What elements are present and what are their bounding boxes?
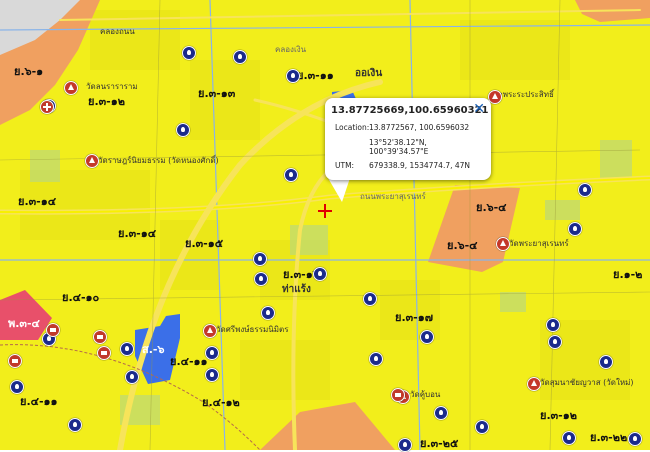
place-label: วัดพระระประสิทธิ์: [493, 90, 554, 99]
zone-label: ย.๓-๑๒: [88, 95, 125, 108]
zone-label: ย.๓-๒๕: [420, 437, 459, 450]
place-label: วัดศรีพงษ์ธรรมนิมิตร: [216, 325, 289, 334]
school-icon[interactable]: [97, 346, 111, 360]
coordinate-popup: 13.87725669,100.65960321 ✕ Location: 13.…: [325, 98, 491, 180]
poi-marker[interactable]: [313, 267, 327, 281]
poi-marker[interactable]: [205, 368, 219, 382]
zone-label: ย.๓-๒๒: [590, 431, 628, 444]
temple-icon[interactable]: [64, 81, 78, 95]
zone-label: ย.๓-๑๕: [185, 237, 224, 250]
zone-label: ย.๓-๑๔: [118, 227, 157, 240]
place-label: วัดสุมนาชัยญวาส (วัดใหม่): [540, 378, 634, 387]
temple-icon[interactable]: [496, 237, 510, 251]
poi-marker[interactable]: [205, 346, 219, 360]
poi-marker[interactable]: [420, 330, 434, 344]
poi-marker[interactable]: [599, 355, 613, 369]
zone-label: ย.๓-๑๗: [395, 311, 433, 324]
school-icon[interactable]: [8, 354, 22, 368]
poi-marker[interactable]: [475, 420, 489, 434]
poi-marker[interactable]: [253, 252, 267, 266]
dms-longitude: 100°39'34.57"E: [369, 147, 429, 156]
zone-label: ย.๔-๑๑: [170, 355, 208, 368]
road-label: คลองเงิน: [275, 45, 307, 54]
road-label: ถนนพระยาสุเรนทร์: [360, 192, 426, 201]
school-icon[interactable]: [391, 388, 405, 402]
place-label: ออเงิน: [355, 68, 383, 79]
poi-marker[interactable]: [286, 69, 300, 83]
poi-marker[interactable]: [182, 46, 196, 60]
poi-marker[interactable]: [68, 418, 82, 432]
dms-latitude: 13°52'38.12"N,: [369, 138, 427, 147]
temple-icon[interactable]: [203, 324, 217, 338]
zone-label: ย.๖-๑: [14, 65, 44, 78]
poi-marker[interactable]: [578, 183, 592, 197]
poi-marker[interactable]: [548, 335, 562, 349]
zone-label: ย.๓-๑๔: [18, 195, 57, 208]
location-value: 13.8772567, 100.6596032: [369, 123, 470, 132]
popup-tail: [328, 178, 350, 202]
poi-marker[interactable]: [369, 352, 383, 366]
utm-label: UTM:: [335, 161, 355, 170]
poi-marker[interactable]: [434, 406, 448, 420]
popup-title: 13.87725669,100.65960321: [331, 105, 489, 116]
poi-marker[interactable]: [125, 370, 139, 384]
zone-label: ย.๔-๑๐: [62, 291, 100, 304]
school-icon[interactable]: [46, 323, 60, 337]
temple-icon[interactable]: [527, 377, 541, 391]
place-label: คลองถนน: [100, 27, 135, 36]
zone-label: ย.๔-๑๑: [20, 395, 58, 408]
poi-marker[interactable]: [233, 50, 247, 64]
zone-label: ย.๑-๒: [613, 268, 643, 281]
poi-marker[interactable]: [546, 318, 560, 332]
poi-marker[interactable]: [363, 292, 377, 306]
location-label: Location:: [335, 123, 370, 132]
zone-label: ย.๓-๑๑: [297, 69, 334, 82]
poi-marker[interactable]: [628, 432, 642, 446]
poi-marker[interactable]: [562, 431, 576, 445]
place-label: วัดราษฎร์นิยมธรรม (วัดหนองศักดิ์): [98, 156, 219, 165]
utm-value: 679338.9, 1534774.7, 47N: [369, 161, 471, 170]
zone-label: ย.๖-๔: [476, 201, 507, 214]
place-label: ท่าแร้ง: [282, 284, 311, 295]
zone-label: ย.๔-๑๒: [202, 396, 240, 409]
poi-marker[interactable]: [10, 380, 24, 394]
poi-marker[interactable]: [120, 342, 134, 356]
poi-marker[interactable]: [176, 123, 190, 137]
hospital-icon[interactable]: [40, 100, 54, 114]
temple-icon[interactable]: [85, 154, 99, 168]
zone-label: ส.-๖: [142, 343, 165, 356]
place-label: วัดคู้บอน: [410, 390, 441, 399]
school-icon[interactable]: [93, 330, 107, 344]
zone-label: พ.๓-๔: [8, 317, 40, 330]
close-icon[interactable]: ✕: [473, 101, 485, 117]
poi-marker[interactable]: [284, 168, 298, 182]
zone-label: ย.๓-๑๒: [540, 409, 577, 422]
poi-marker[interactable]: [568, 222, 582, 236]
zone-label: ย.๓-๑๓: [198, 87, 236, 100]
crosshair-icon: [318, 204, 332, 218]
place-label: วัดลนราราราม: [86, 82, 138, 91]
poi-marker[interactable]: [261, 306, 275, 320]
poi-marker[interactable]: [254, 272, 268, 286]
zone-label: ย.๖-๔: [447, 239, 478, 252]
place-label: วัดพระยาสุเรนทร์: [509, 239, 569, 248]
